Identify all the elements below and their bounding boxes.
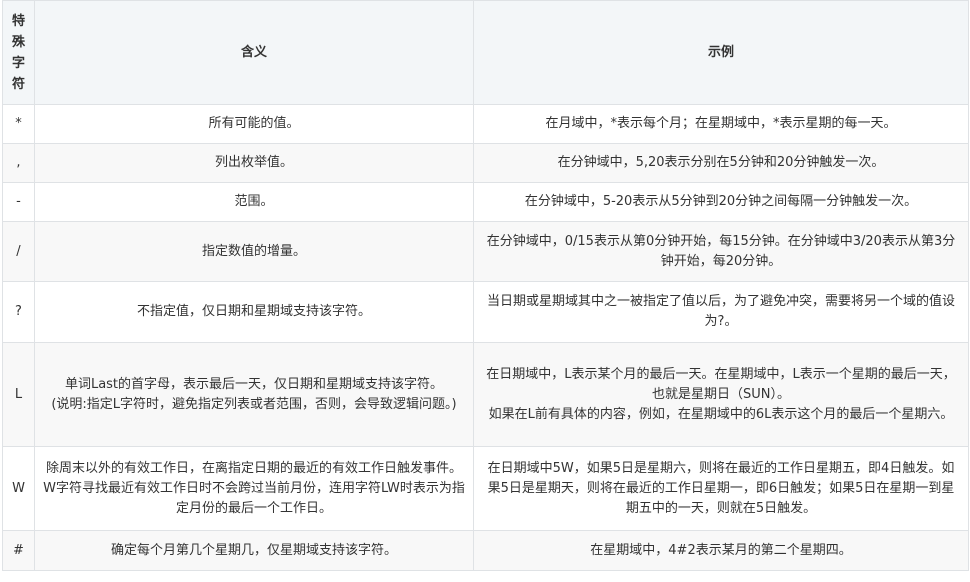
cell-meaning: 单词Last的首字母，表示最后一天，仅日期和星期域支持该字符。 (说明:指定L字… [34, 342, 474, 447]
cell-example: 在星期域中，4#2表示某月的第二个星期四。 [473, 530, 969, 571]
table-row: - 范围。 在分钟域中，5-20表示从5分钟到20分钟之间每隔一分钟触发一次。 [2, 182, 969, 222]
table-row: L 单词Last的首字母，表示最后一天，仅日期和星期域支持该字符。 (说明:指定… [2, 342, 969, 447]
cell-example: 在分钟域中，5-20表示从5分钟到20分钟之间每隔一分钟触发一次。 [473, 182, 969, 222]
cell-meaning: 所有可能的值。 [34, 104, 474, 144]
cell-meaning: 列出枚举值。 [34, 143, 474, 183]
table-row: # 确定每个月第几个星期几，仅星期域支持该字符。 在星期域中，4#2表示某月的第… [2, 530, 969, 571]
cell-meaning: 指定数值的增量。 [34, 221, 474, 282]
cron-special-chars-table: 特殊字符 含义 示例 * 所有可能的值。 在月域中，*表示每个月；在星期域中，*… [2, 0, 969, 571]
table-row: , 列出枚举值。 在分钟域中，5,20表示分别在5分钟和20分钟触发一次。 [2, 143, 969, 183]
table-row: * 所有可能的值。 在月域中，*表示每个月；在星期域中，*表示星期的每一天。 [2, 104, 969, 144]
table-row: / 指定数值的增量。 在分钟域中，0/15表示从第0分钟开始，每15分钟。在分钟… [2, 221, 969, 282]
cell-char: / [2, 221, 35, 282]
cell-meaning: 不指定值，仅日期和星期域支持该字符。 [34, 281, 474, 343]
cell-char: W [2, 446, 35, 531]
cell-char: ? [2, 281, 35, 343]
cell-char: , [2, 143, 35, 183]
header-example: 示例 [473, 0, 969, 105]
cell-example: 在日期域中，L表示某个月的最后一天。在星期域中，L表示一个星期的最后一天，也就是… [473, 342, 969, 447]
cell-example: 在分钟域中，0/15表示从第0分钟开始，每15分钟。在分钟域中3/20表示从第3… [473, 221, 969, 282]
cell-char: L [2, 342, 35, 447]
cell-example: 在月域中，*表示每个月；在星期域中，*表示星期的每一天。 [473, 104, 969, 144]
cell-meaning: 范围。 [34, 182, 474, 222]
cell-char: - [2, 182, 35, 222]
cell-example: 在分钟域中，5,20表示分别在5分钟和20分钟触发一次。 [473, 143, 969, 183]
table-row: W 除周末以外的有效工作日，在离指定日期的最近的有效工作日触发事件。W字符寻找最… [2, 446, 969, 531]
header-special-char: 特殊字符 [2, 0, 35, 105]
cell-char: # [2, 530, 35, 571]
header-meaning: 含义 [34, 0, 474, 105]
cell-example: 当日期或星期域其中之一被指定了值以后，为了避免冲突，需要将另一个域的值设为?。 [473, 281, 969, 343]
cell-meaning: 确定每个月第几个星期几，仅星期域支持该字符。 [34, 530, 474, 571]
table-header-row: 特殊字符 含义 示例 [2, 0, 969, 105]
cell-meaning: 除周末以外的有效工作日，在离指定日期的最近的有效工作日触发事件。W字符寻找最近有… [34, 446, 474, 531]
cell-char: * [2, 104, 35, 144]
cell-example: 在日期域中5W，如果5日是星期六，则将在最近的工作日星期五，即4日触发。如果5日… [473, 446, 969, 531]
table-row: ? 不指定值，仅日期和星期域支持该字符。 当日期或星期域其中之一被指定了值以后，… [2, 281, 969, 343]
